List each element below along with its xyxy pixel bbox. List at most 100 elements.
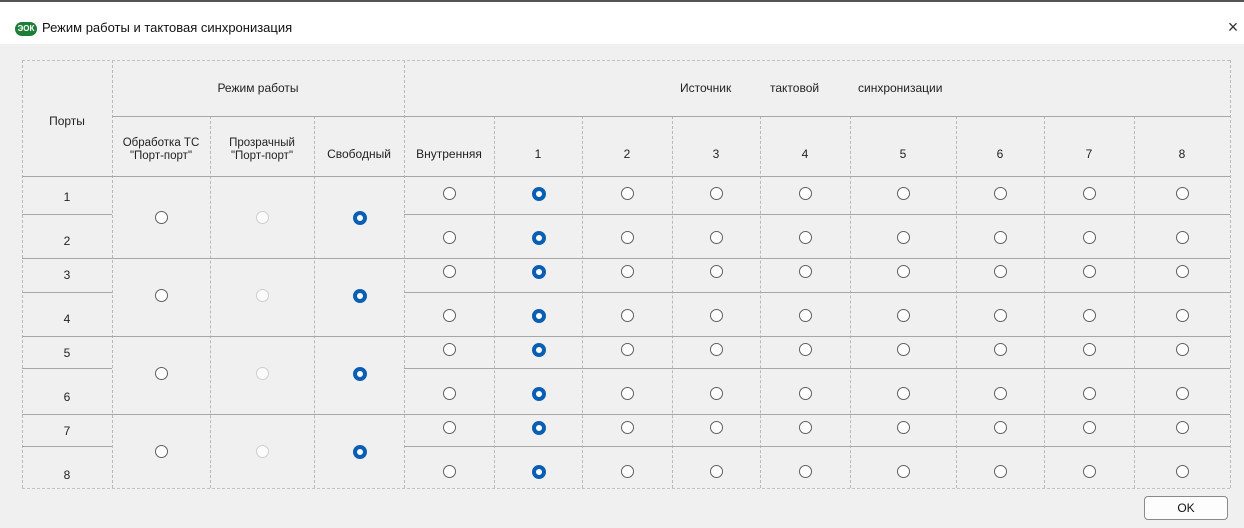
- mode-radio-free[interactable]: [352, 211, 367, 225]
- sync-source-radio[interactable]: [620, 343, 634, 356]
- sync-source-radio[interactable]: [798, 231, 812, 244]
- sync-source-radio[interactable]: [896, 309, 910, 322]
- ok-button[interactable]: OK: [1144, 496, 1228, 520]
- sync-source-radio[interactable]: [993, 387, 1007, 400]
- sync-source-radio[interactable]: [1175, 387, 1189, 400]
- mode-radio-processing[interactable]: [154, 445, 168, 458]
- sync-source-radio[interactable]: [798, 387, 812, 400]
- sync-source-radio[interactable]: [993, 187, 1007, 200]
- sync-source-radio[interactable]: [442, 421, 456, 434]
- sync-source-radio[interactable]: [1175, 465, 1189, 478]
- mode-radio-transparent: [255, 445, 269, 458]
- sync-source-radio[interactable]: [620, 231, 634, 244]
- sync-source-radio[interactable]: [709, 387, 723, 400]
- sync-source-radio[interactable]: [993, 421, 1007, 434]
- sync-source-radio[interactable]: [1082, 465, 1096, 478]
- sync-source-radio[interactable]: [531, 231, 546, 245]
- sync-source-radio[interactable]: [798, 265, 812, 278]
- sync-source-radio[interactable]: [896, 231, 910, 244]
- port-label: 6: [63, 390, 71, 404]
- mode-radio-free[interactable]: [352, 445, 367, 459]
- sync-source-radio[interactable]: [442, 387, 456, 400]
- sync-source-radio[interactable]: [620, 309, 634, 322]
- sync-source-radio[interactable]: [1082, 187, 1096, 200]
- sync-source-radio[interactable]: [993, 265, 1007, 278]
- sync-source-radio[interactable]: [1175, 343, 1189, 356]
- grid-vline: [760, 116, 761, 488]
- grid-hline: [112, 414, 404, 415]
- sync-source-radio[interactable]: [896, 187, 910, 200]
- sync-source-radio[interactable]: [993, 343, 1007, 356]
- mode-radio-processing[interactable]: [154, 367, 168, 380]
- sync-source-radio[interactable]: [1082, 309, 1096, 322]
- mode-column-header: "Порт-порт": [230, 150, 294, 162]
- sync-source-radio[interactable]: [1082, 231, 1096, 244]
- grid-vline: [112, 60, 113, 488]
- sync-source-radio[interactable]: [798, 187, 812, 200]
- sync-source-radio[interactable]: [442, 187, 456, 200]
- mode-column-header: "Порт-порт": [129, 150, 193, 162]
- sync-source-radio[interactable]: [1175, 421, 1189, 434]
- sync-source-radio[interactable]: [798, 343, 812, 356]
- sync-source-radio[interactable]: [442, 265, 456, 278]
- mode-radio-free[interactable]: [352, 367, 367, 381]
- sync-source-radio[interactable]: [896, 465, 910, 478]
- sync-source-radio[interactable]: [531, 309, 546, 323]
- sync-source-radio[interactable]: [1082, 265, 1096, 278]
- sync-source-radio[interactable]: [798, 421, 812, 434]
- sync-source-radio[interactable]: [1082, 421, 1096, 434]
- sync-source-radio[interactable]: [709, 187, 723, 200]
- sync-source-radio[interactable]: [798, 309, 812, 322]
- sync-source-radio[interactable]: [1175, 231, 1189, 244]
- mode-radio-processing[interactable]: [154, 211, 168, 224]
- sync-source-radio[interactable]: [620, 421, 634, 434]
- source-column-header: 4: [801, 147, 809, 161]
- sync-source-radio[interactable]: [620, 265, 634, 278]
- sync-source-radio[interactable]: [896, 265, 910, 278]
- sync-source-radio[interactable]: [531, 343, 546, 357]
- sync-source-radio[interactable]: [1082, 343, 1096, 356]
- sync-source-radio[interactable]: [442, 343, 456, 356]
- sync-source-radio[interactable]: [620, 387, 634, 400]
- sync-source-radio[interactable]: [896, 387, 910, 400]
- sync-source-radio[interactable]: [798, 465, 812, 478]
- sync-source-radio[interactable]: [1175, 309, 1189, 322]
- sync-source-radio[interactable]: [442, 309, 456, 322]
- sync-source-radio[interactable]: [531, 465, 546, 479]
- sync-source-radio[interactable]: [993, 309, 1007, 322]
- grid-vline: [404, 60, 405, 488]
- sync-source-radio[interactable]: [531, 187, 546, 201]
- sync-source-radio[interactable]: [1082, 387, 1096, 400]
- mode-radio-processing[interactable]: [154, 289, 168, 302]
- sync-source-radio[interactable]: [620, 465, 634, 478]
- sync-source-radio[interactable]: [709, 343, 723, 356]
- sync-source-radio[interactable]: [442, 231, 456, 244]
- sync-source-radio[interactable]: [531, 387, 546, 401]
- grid-vline: [956, 116, 957, 488]
- sync-source-radio[interactable]: [709, 231, 723, 244]
- sync-source-radio[interactable]: [709, 465, 723, 478]
- source-column-header: 8: [1178, 147, 1186, 161]
- sync-source-radio[interactable]: [1175, 187, 1189, 200]
- sync-source-radio[interactable]: [709, 421, 723, 434]
- sync-source-radio[interactable]: [1175, 265, 1189, 278]
- source-column-header: Внутренняя: [416, 147, 482, 161]
- grid-vline: [850, 116, 851, 488]
- sync-source-radio[interactable]: [993, 465, 1007, 478]
- mode-radio-free[interactable]: [352, 289, 367, 303]
- sync-source-radio[interactable]: [896, 343, 910, 356]
- sync-source-radio[interactable]: [531, 421, 546, 435]
- grid-vline: [1134, 116, 1135, 488]
- sync-source-radio[interactable]: [709, 265, 723, 278]
- sync-source-radio[interactable]: [531, 265, 546, 279]
- sync-source-radio[interactable]: [993, 231, 1007, 244]
- sync-source-radio[interactable]: [709, 309, 723, 322]
- grid-hline: [22, 414, 112, 415]
- sync-source-radio[interactable]: [620, 187, 634, 200]
- sync-source-radio[interactable]: [442, 465, 456, 478]
- sync-source-radio[interactable]: [896, 421, 910, 434]
- close-button[interactable]: ×: [1224, 16, 1242, 38]
- grid-hline: [404, 414, 1230, 415]
- grid-vline: [210, 116, 211, 488]
- grid-hline: [22, 176, 1230, 177]
